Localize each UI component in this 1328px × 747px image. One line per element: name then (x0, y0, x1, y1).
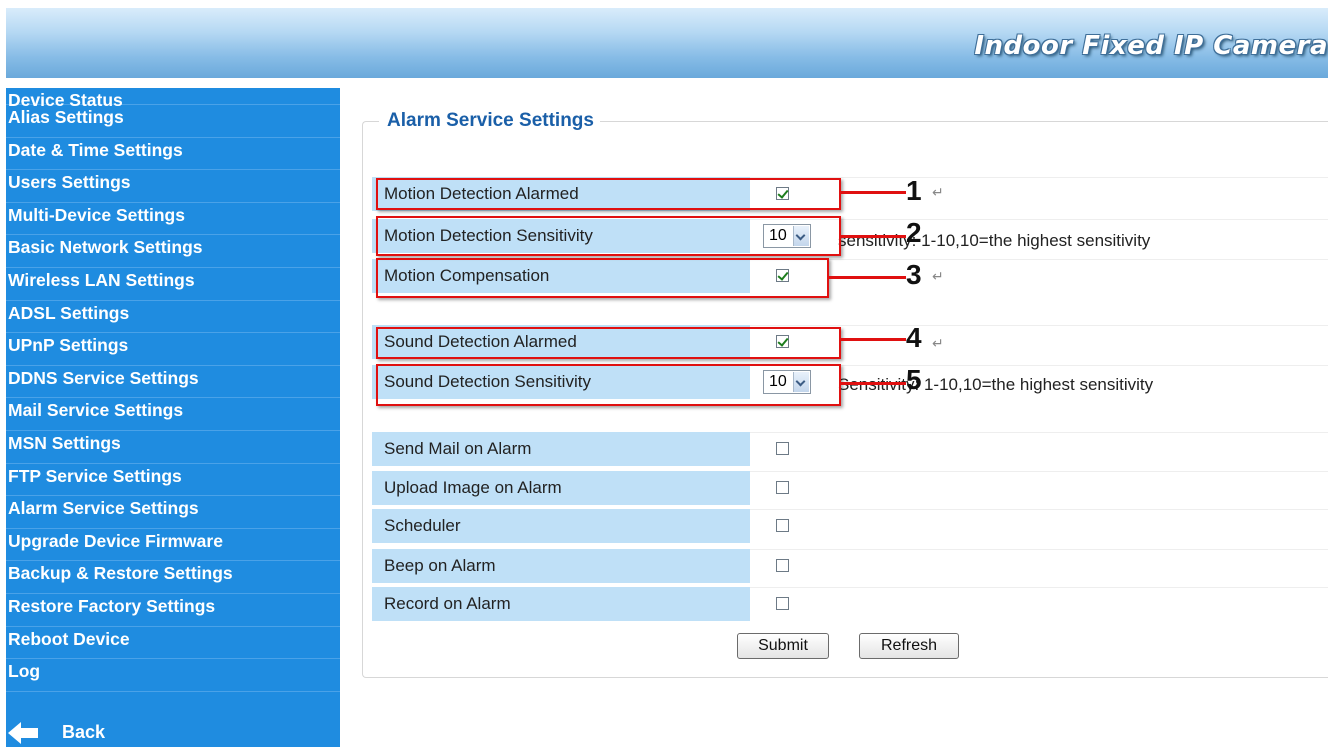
record-row: Record on Alarm (372, 587, 1328, 621)
beep-label: Beep on Alarm (372, 549, 750, 583)
sidebar-nav: Device Status Alias Settings Date & Time… (6, 88, 340, 747)
sidebar-item-device-status[interactable]: Device Status (6, 88, 340, 109)
sidebar-item-backup-restore-settings[interactable]: Backup & Restore Settings (6, 561, 340, 594)
sidebar-item-alias-settings[interactable]: Alias Settings (6, 105, 340, 138)
sidebar-item-basic-network-settings[interactable]: Basic Network Settings (6, 235, 340, 268)
fieldset-legend: Alarm Service Settings (379, 110, 600, 132)
send-mail-label: Send Mail on Alarm (372, 432, 750, 466)
back-label: Back (62, 722, 106, 742)
return-mark-icon: ↵ (932, 184, 944, 200)
sidebar-item-date-time-settings[interactable]: Date & Time Settings (6, 138, 340, 171)
back-link[interactable]: Back (6, 718, 340, 747)
callout-line-5 (841, 382, 906, 385)
sidebar-item-adsl-settings[interactable]: ADSL Settings (6, 301, 340, 334)
sidebar-item-mail-service-settings[interactable]: Mail Service Settings (6, 398, 340, 431)
sidebar-item-restore-factory-settings[interactable]: Restore Factory Settings (6, 594, 340, 627)
sound-sensitivity-hint: Sensitivity: 1-10,10=the highest sensiti… (838, 375, 1154, 394)
sidebar-item-log[interactable]: Log (6, 659, 340, 692)
callout-number-1: 1 (906, 175, 922, 206)
callout-number-4: 4 (906, 322, 922, 353)
callout-line-1 (841, 191, 906, 194)
callout-box-1 (376, 178, 841, 210)
callout-line-3 (829, 276, 906, 279)
upload-image-checkbox[interactable] (776, 481, 789, 494)
sidebar-item-alarm-service-settings[interactable]: Alarm Service Settings (6, 496, 340, 529)
callout-box-5 (376, 364, 841, 406)
sidebar-item-msn-settings[interactable]: MSN Settings (6, 431, 340, 464)
upload-image-label: Upload Image on Alarm (372, 471, 750, 505)
sidebar-item-wireless-lan-settings[interactable]: Wireless LAN Settings (6, 268, 340, 301)
header-banner: Indoor Fixed IP Camera (6, 8, 1328, 78)
upload-image-row: Upload Image on Alarm (372, 471, 1328, 505)
sidebar-item-upgrade-device-firmware[interactable]: Upgrade Device Firmware (6, 529, 340, 562)
motion-sensitivity-hint: sensitivity: 1-10,10=the highest sensiti… (838, 231, 1151, 250)
sidebar-item-ddns-service-settings[interactable]: DDNS Service Settings (6, 366, 340, 399)
product-title: Indoor Fixed IP Camera (974, 31, 1328, 61)
submit-button[interactable]: Submit (737, 633, 829, 659)
sidebar-item-multi-device-settings[interactable]: Multi-Device Settings (6, 203, 340, 236)
refresh-button[interactable]: Refresh (859, 633, 959, 659)
beep-row: Beep on Alarm (372, 549, 1328, 583)
sidebar-item-upnp-settings[interactable]: UPnP Settings (6, 333, 340, 366)
scheduler-label: Scheduler (372, 509, 750, 543)
sidebar-item-ftp-service-settings[interactable]: FTP Service Settings (6, 464, 340, 497)
callout-line-2 (841, 235, 906, 238)
record-label: Record on Alarm (372, 587, 750, 621)
callout-number-2: 2 (906, 217, 922, 248)
sidebar-item-users-settings[interactable]: Users Settings (6, 170, 340, 203)
sidebar-item-reboot-device[interactable]: Reboot Device (6, 627, 340, 660)
scheduler-row: Scheduler (372, 509, 1328, 543)
callout-box-3 (376, 258, 829, 298)
back-arrow-icon (8, 721, 38, 744)
callout-box-2 (376, 216, 841, 256)
callout-line-4 (841, 338, 906, 341)
send-mail-row: Send Mail on Alarm (372, 432, 1328, 466)
beep-checkbox[interactable] (776, 559, 789, 572)
callout-number-5: 5 (906, 364, 922, 395)
send-mail-checkbox[interactable] (776, 442, 789, 455)
scheduler-checkbox[interactable] (776, 519, 789, 532)
record-checkbox[interactable] (776, 597, 789, 610)
return-mark-icon: ↵ (932, 335, 944, 351)
callout-box-4 (376, 327, 841, 359)
return-mark-icon: ↵ (932, 268, 944, 284)
callout-number-3: 3 (906, 259, 922, 290)
